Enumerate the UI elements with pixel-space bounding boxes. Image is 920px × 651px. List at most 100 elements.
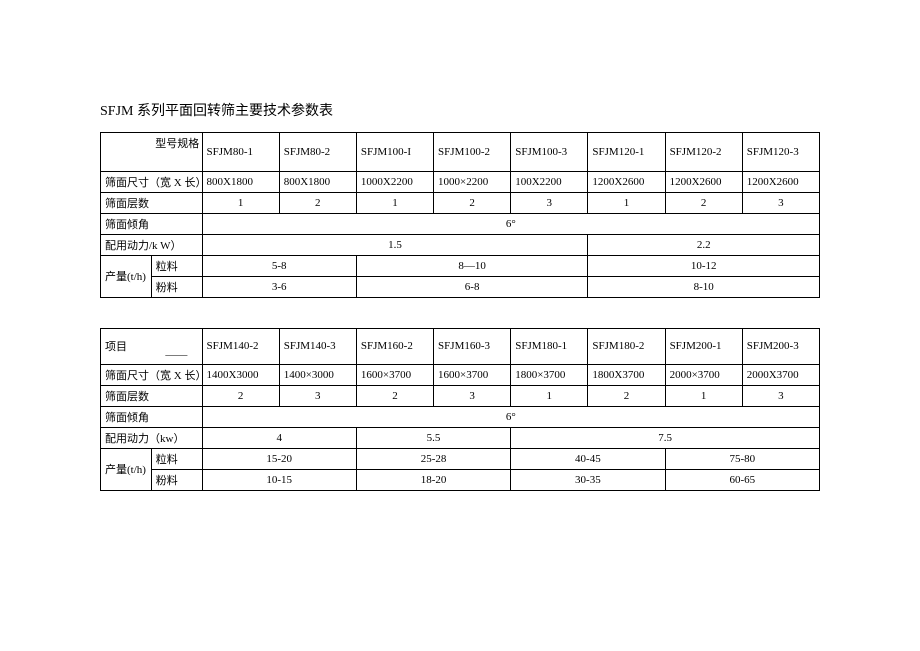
cell: 60-65 xyxy=(665,469,819,490)
table-row: 产量(t/h) 粒料 15-20 25-28 40-45 75-80 xyxy=(101,448,820,469)
cell: 2000X3700 xyxy=(742,364,819,385)
cell: 2 xyxy=(665,192,742,213)
cell: 1200X2600 xyxy=(665,171,742,192)
cell: SFJM120-2 xyxy=(665,133,742,172)
cell: 18-20 xyxy=(356,469,510,490)
cell xyxy=(101,133,152,172)
table-row: 粉料 3-6 6-8 8-10 xyxy=(101,276,820,297)
cell: 6-8 xyxy=(356,276,588,297)
cell: SFJM80-2 xyxy=(279,133,356,172)
cell: 筛面倾角 xyxy=(101,213,203,234)
page-title: SFJM 系列平面回转筛主要技术参数表 xyxy=(100,100,820,120)
cell: 1400×3000 xyxy=(279,364,356,385)
cell: 筛面尺寸（宽 X 长）（mm） xyxy=(101,171,203,192)
cell: 2.2 xyxy=(588,234,820,255)
cell xyxy=(151,328,202,346)
cell: SFJM140-2 xyxy=(202,328,279,364)
cell: 粒料 xyxy=(151,448,202,469)
cell: 粒料 xyxy=(151,255,202,276)
cell: 配用动力（kw） xyxy=(101,427,203,448)
table-row: 筛面层数 1 2 1 2 3 1 2 3 xyxy=(101,192,820,213)
cell: 型号规格 xyxy=(151,133,202,154)
cell: 产量(t/h) xyxy=(101,448,152,490)
cell: 1400X3000 xyxy=(202,364,279,385)
cell: 筛面层数 xyxy=(101,192,203,213)
cell: 1200X2600 xyxy=(742,171,819,192)
cell: SFJM80-1 xyxy=(202,133,279,172)
cell: SFJM200-3 xyxy=(742,328,819,364)
spec-table-1: 型号规格 SFJM80-1 SFJM80-2 SFJM100-I SFJM100… xyxy=(100,132,820,298)
cell: 8—10 xyxy=(356,255,588,276)
cell: 产量(t/h) xyxy=(101,255,152,297)
cell: SFJM100-2 xyxy=(434,133,511,172)
cell: 1800X3700 xyxy=(588,364,665,385)
spec-table-2: 项目 SFJM140-2 SFJM140-3 SFJM160-2 SFJM160… xyxy=(100,328,820,491)
cell: 1000X2200 xyxy=(356,171,433,192)
cell: 3 xyxy=(742,385,819,406)
cell: 筛面倾角 xyxy=(101,406,203,427)
cell: 2 xyxy=(588,385,665,406)
cell: 10-15 xyxy=(202,469,356,490)
cell: 1600×3700 xyxy=(356,364,433,385)
cell: SFJM100-I xyxy=(356,133,433,172)
cell: 2 xyxy=(202,385,279,406)
cell: 25-28 xyxy=(356,448,510,469)
cell: 3 xyxy=(742,192,819,213)
cell: 1000×2200 xyxy=(434,171,511,192)
cell: 配用动力/k W） xyxy=(101,234,203,255)
cell: 40-45 xyxy=(511,448,665,469)
cell: 3 xyxy=(279,385,356,406)
cell: 2 xyxy=(279,192,356,213)
table-row: 筛面倾角 6° xyxy=(101,213,820,234)
cell: 4 xyxy=(202,427,356,448)
cell: 800X1800 xyxy=(202,171,279,192)
cell: SFJM160-2 xyxy=(356,328,433,364)
cell: 1 xyxy=(588,192,665,213)
cell: SFJM120-1 xyxy=(588,133,665,172)
cell: 2 xyxy=(434,192,511,213)
cell: SFJM200-1 xyxy=(665,328,742,364)
cell: 1200X2600 xyxy=(588,171,665,192)
cell: 800X1800 xyxy=(279,171,356,192)
cell: 30-35 xyxy=(511,469,665,490)
cell: 8-10 xyxy=(588,276,820,297)
cell: SFJM120-3 xyxy=(742,133,819,172)
cell: 6° xyxy=(202,406,819,427)
table-row: 型号规格 SFJM80-1 SFJM80-2 SFJM100-I SFJM100… xyxy=(101,133,820,154)
cell: 1 xyxy=(665,385,742,406)
cell: 75-80 xyxy=(665,448,819,469)
cell: SFJM160-3 xyxy=(434,328,511,364)
cell: 粉料 xyxy=(151,276,202,297)
cell: 2000×3700 xyxy=(665,364,742,385)
table-row: 筛面层数 2 3 2 3 1 2 1 3 xyxy=(101,385,820,406)
cell: SFJM180-2 xyxy=(588,328,665,364)
cell: 5.5 xyxy=(356,427,510,448)
cell: 10-12 xyxy=(588,255,820,276)
cell: 3-6 xyxy=(202,276,356,297)
table-row: 筛面倾角 6° xyxy=(101,406,820,427)
cell: 粉料 xyxy=(151,469,202,490)
cell: 6° xyxy=(202,213,819,234)
cell: 筛面尺寸（宽 X 长）（mm） xyxy=(101,364,203,385)
cell: 1 xyxy=(202,192,279,213)
cell: 1 xyxy=(511,385,588,406)
cell: 7.5 xyxy=(511,427,820,448)
cell: 1600×3700 xyxy=(434,364,511,385)
table-row: 产量(t/h) 粒料 5-8 8—10 10-12 xyxy=(101,255,820,276)
cell: 3 xyxy=(511,192,588,213)
cell: 1.5 xyxy=(202,234,588,255)
cell: SFJM180-1 xyxy=(511,328,588,364)
cell: SFJM140-3 xyxy=(279,328,356,364)
cell: SFJM100-3 xyxy=(511,133,588,172)
table-row: 配用动力/k W） 1.5 2.2 xyxy=(101,234,820,255)
cell: 100X2200 xyxy=(511,171,588,192)
table-row: 配用动力（kw） 4 5.5 7.5 xyxy=(101,427,820,448)
cell: 1800×3700 xyxy=(511,364,588,385)
cell: 1 xyxy=(356,192,433,213)
table-row: 项目 SFJM140-2 SFJM140-3 SFJM160-2 SFJM160… xyxy=(101,328,820,346)
table-row: 筛面尺寸（宽 X 长）（mm） 800X1800 800X1800 1000X2… xyxy=(101,171,820,192)
cell: 项目 xyxy=(101,328,152,364)
cell: 3 xyxy=(434,385,511,406)
table-row: 粉料 10-15 18-20 30-35 60-65 xyxy=(101,469,820,490)
cell: 2 xyxy=(356,385,433,406)
